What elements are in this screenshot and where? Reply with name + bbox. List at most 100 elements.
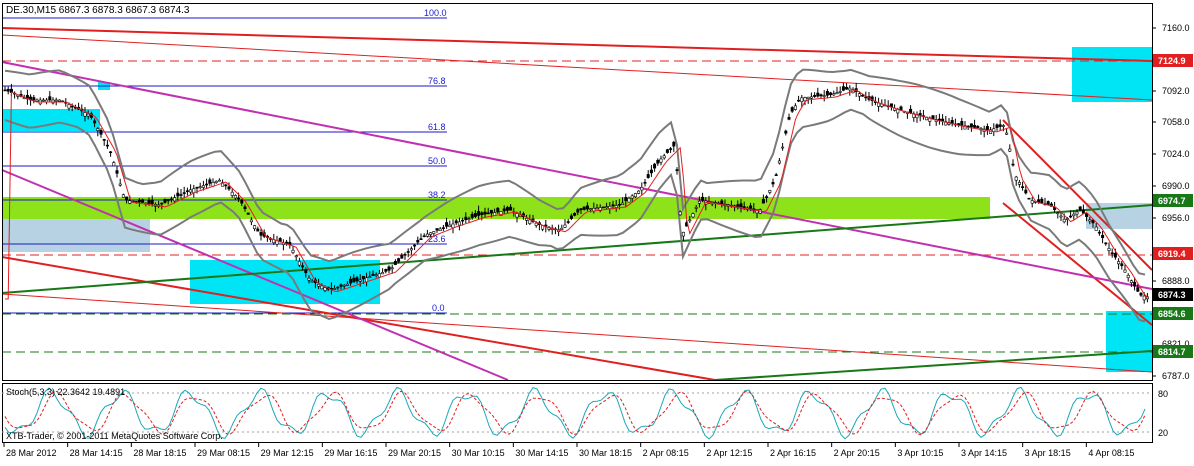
candle-body <box>605 206 609 209</box>
candle-body <box>969 123 973 128</box>
candle-body <box>505 207 509 211</box>
candle-body <box>83 112 87 117</box>
candle-body <box>771 182 775 185</box>
candle-body <box>1113 253 1117 258</box>
candle-body <box>1075 211 1079 215</box>
time-label: 3 Apr 18:15 <box>1025 448 1071 458</box>
candle-body <box>691 213 695 218</box>
candle-body <box>739 203 743 208</box>
price-marker: 6854.6 <box>1158 309 1186 319</box>
candle-body <box>147 200 151 204</box>
candle-body <box>246 212 250 215</box>
candle-body <box>534 222 538 226</box>
candle-body <box>323 287 327 291</box>
candle-body <box>448 224 452 227</box>
candle-body <box>585 205 589 210</box>
candle-body <box>768 190 772 193</box>
candle-body <box>573 213 577 216</box>
time-label: 30 Mar 14:15 <box>515 448 568 458</box>
candle-body <box>1123 269 1127 273</box>
candle-body <box>377 273 381 278</box>
candle-body <box>838 91 842 93</box>
candle-body <box>806 96 810 99</box>
time-label: 28 Mar 18:15 <box>133 448 186 458</box>
candle-body <box>189 189 193 193</box>
candle-body <box>112 162 116 167</box>
candle-body <box>182 192 186 194</box>
candle-body <box>909 108 913 114</box>
candle-body <box>333 288 337 290</box>
candle-body <box>736 204 740 207</box>
candle-body <box>1139 292 1143 296</box>
candle-body <box>259 232 263 236</box>
candle-body <box>441 227 445 229</box>
candle-body <box>185 190 189 192</box>
candle-body <box>643 181 647 184</box>
candle-body <box>973 125 977 128</box>
candle-body <box>253 225 257 230</box>
candle-body <box>352 277 356 283</box>
time-label: 29 Mar 16:15 <box>324 448 377 458</box>
candle-body <box>601 206 605 209</box>
candle-body <box>32 97 36 101</box>
price-marker: 6919.4 <box>1158 249 1186 259</box>
candle-body <box>384 269 388 272</box>
candle-body <box>201 185 205 188</box>
time-label: 28 Mar 2012 <box>6 448 57 458</box>
price-marker: 6974.7 <box>1158 196 1186 206</box>
candle-body <box>496 207 500 213</box>
candle-body <box>208 179 212 184</box>
candle-body <box>688 219 692 222</box>
candle-body <box>368 276 372 279</box>
candle-body <box>1069 215 1073 218</box>
stochastic-label: Stoch(5,3,3) 22.3642 19.4891 <box>6 387 125 397</box>
candle-body <box>1142 295 1146 301</box>
candle-body <box>957 123 961 125</box>
candle-body <box>409 248 413 251</box>
candle-body <box>608 205 612 209</box>
candle-body <box>566 221 570 223</box>
candle-body <box>1021 186 1025 188</box>
chart-canvas[interactable]: 100.0 76.8 61.8 50.0 38.2 23.6 0.0 DE.30… <box>0 0 1194 461</box>
fib-label: 50.0 <box>428 156 446 166</box>
candle-body <box>96 128 100 131</box>
candle-body <box>825 91 829 96</box>
candle-body <box>579 208 583 211</box>
candle-body <box>1027 197 1031 200</box>
candle-body <box>784 130 788 134</box>
candle-body <box>515 213 519 218</box>
candle-body <box>803 97 807 102</box>
candle-body <box>1117 261 1121 265</box>
time-label: 28 Mar 14:15 <box>70 448 123 458</box>
candle-body <box>6 88 10 92</box>
trading-chart[interactable]: 100.0 76.8 61.8 50.0 38.2 23.6 0.0 DE.30… <box>0 0 1194 461</box>
candle-body <box>125 196 129 201</box>
candle-body <box>304 269 308 273</box>
candle-body <box>224 184 228 187</box>
candle-body <box>1129 280 1133 283</box>
candle-body <box>1120 263 1124 267</box>
candle-body <box>761 199 765 204</box>
candle-body <box>1107 248 1111 251</box>
candle-body <box>336 286 340 289</box>
candle-body <box>640 187 644 191</box>
candle-body <box>137 199 141 203</box>
price-marker: 7124.9 <box>1158 56 1186 66</box>
time-label: 29 Mar 08:15 <box>197 448 250 458</box>
candle-body <box>960 121 964 126</box>
candle-body <box>627 197 631 203</box>
price-tick: 6956.0 <box>1162 213 1190 223</box>
cyan-zone <box>1072 47 1152 102</box>
candle-body <box>630 195 634 199</box>
candle-body <box>173 197 177 202</box>
candle-body <box>822 95 826 97</box>
candle-body <box>429 232 433 235</box>
candle-body <box>461 219 465 222</box>
candle-body <box>694 207 698 209</box>
candle-body <box>611 204 615 207</box>
candle-body <box>310 280 314 283</box>
candle-body <box>438 228 442 232</box>
candle-body <box>470 214 474 218</box>
candle-body <box>528 219 532 224</box>
candle-body <box>192 188 196 193</box>
